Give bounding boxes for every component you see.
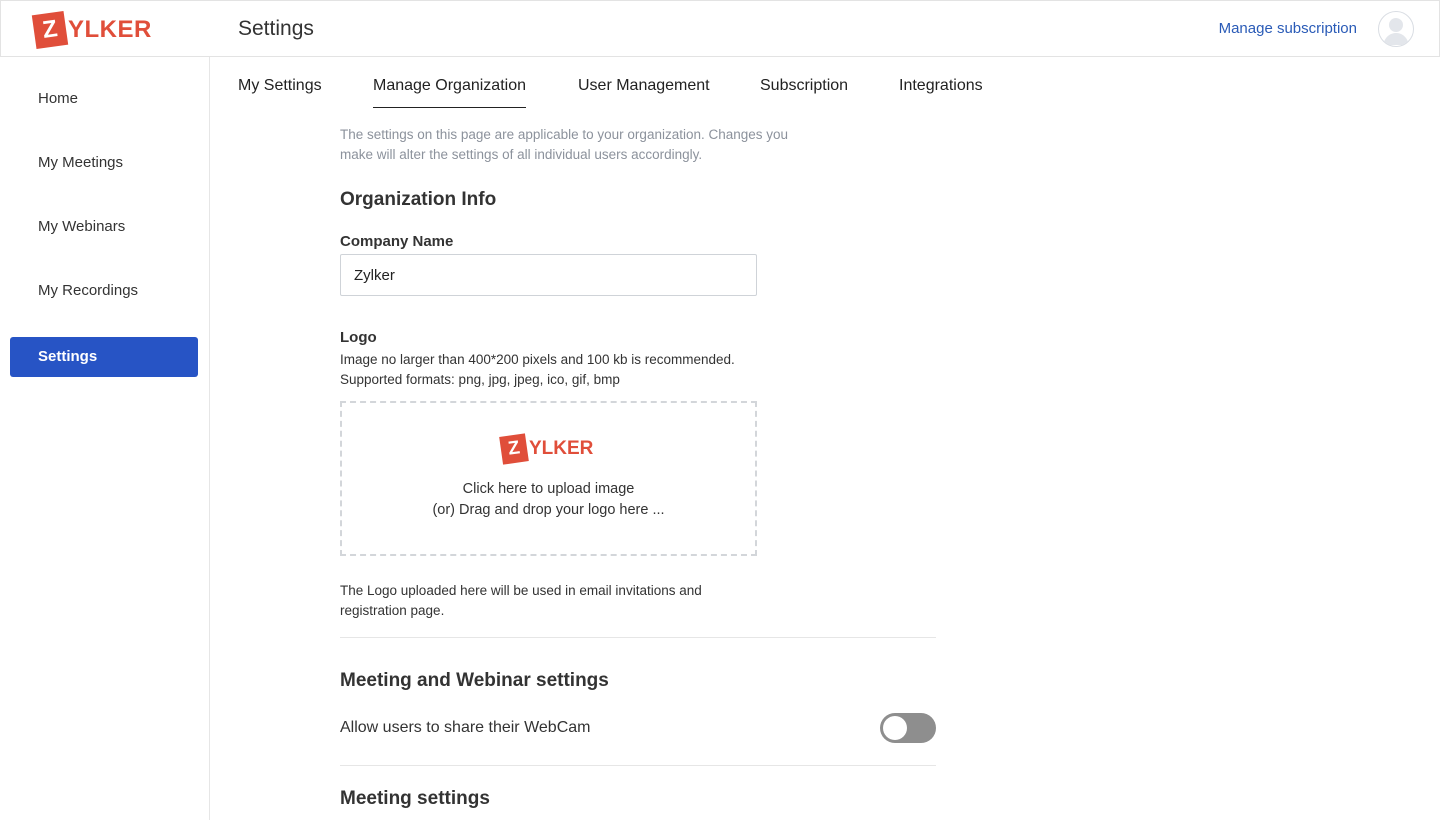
sidebar-item-my-meetings[interactable]: My Meetings bbox=[10, 143, 198, 183]
user-avatar-icon bbox=[1383, 18, 1409, 45]
meeting-webinar-settings-heading: Meeting and Webinar settings bbox=[340, 670, 609, 691]
avatar[interactable] bbox=[1378, 11, 1414, 47]
sidebar-item-my-webinars[interactable]: My Webinars bbox=[10, 207, 198, 247]
company-name-input[interactable] bbox=[340, 254, 757, 296]
org-settings-note: The settings on this page are applicable… bbox=[340, 127, 789, 162]
tab-user-management[interactable]: User Management bbox=[578, 77, 710, 107]
section-divider bbox=[340, 637, 936, 638]
uploaded-logo-preview: Z YLKER bbox=[499, 433, 594, 465]
logo-upload-dropzone[interactable]: Z YLKER Click here to upload image (or) … bbox=[340, 401, 757, 556]
section-divider bbox=[340, 765, 936, 766]
logo-wordmark: YLKER bbox=[68, 16, 152, 43]
upload-instruction: Click here to upload image bbox=[462, 481, 635, 497]
manage-subscription-link[interactable]: Manage subscription bbox=[1219, 20, 1357, 37]
webcam-share-label: Allow users to share their WebCam bbox=[340, 719, 591, 736]
top-bar: Z YLKER Settings Manage subscription bbox=[0, 0, 1440, 57]
drag-drop-instruction: (or) Drag and drop your logo here ... bbox=[432, 502, 665, 518]
logo-z-mark: Z bbox=[31, 10, 69, 50]
logo-size-hint: Image no larger than 400*200 pixels and … bbox=[340, 352, 735, 367]
tab-subscription[interactable]: Subscription bbox=[760, 77, 848, 107]
tab-manage-organization[interactable]: Manage Organization bbox=[373, 77, 526, 108]
tab-my-settings[interactable]: My Settings bbox=[238, 77, 322, 107]
organization-info-heading: Organization Info bbox=[340, 189, 497, 210]
meeting-settings-heading: Meeting settings bbox=[340, 788, 490, 809]
sidebar-item-home[interactable]: Home bbox=[10, 79, 198, 119]
webcam-share-toggle[interactable] bbox=[880, 713, 936, 743]
company-name-label: Company Name bbox=[340, 233, 454, 250]
sidebar: Home My Meetings My Webinars My Recordin… bbox=[0, 57, 210, 820]
toggle-knob bbox=[883, 716, 907, 740]
page-title: Settings bbox=[238, 17, 314, 40]
logo-label: Logo bbox=[340, 329, 377, 346]
sidebar-item-my-recordings[interactable]: My Recordings bbox=[10, 271, 198, 311]
preview-logo-wordmark: YLKER bbox=[529, 438, 594, 459]
tab-integrations[interactable]: Integrations bbox=[899, 77, 983, 107]
preview-logo-z-mark: Z bbox=[499, 433, 529, 465]
logo-format-hint: Supported formats: png, jpg, jpeg, ico, … bbox=[340, 372, 620, 387]
logo-usage-note: The Logo uploaded here will be used in e… bbox=[340, 583, 702, 618]
zylker-logo[interactable]: Z YLKER bbox=[31, 10, 152, 50]
sidebar-item-settings[interactable]: Settings bbox=[10, 337, 198, 377]
